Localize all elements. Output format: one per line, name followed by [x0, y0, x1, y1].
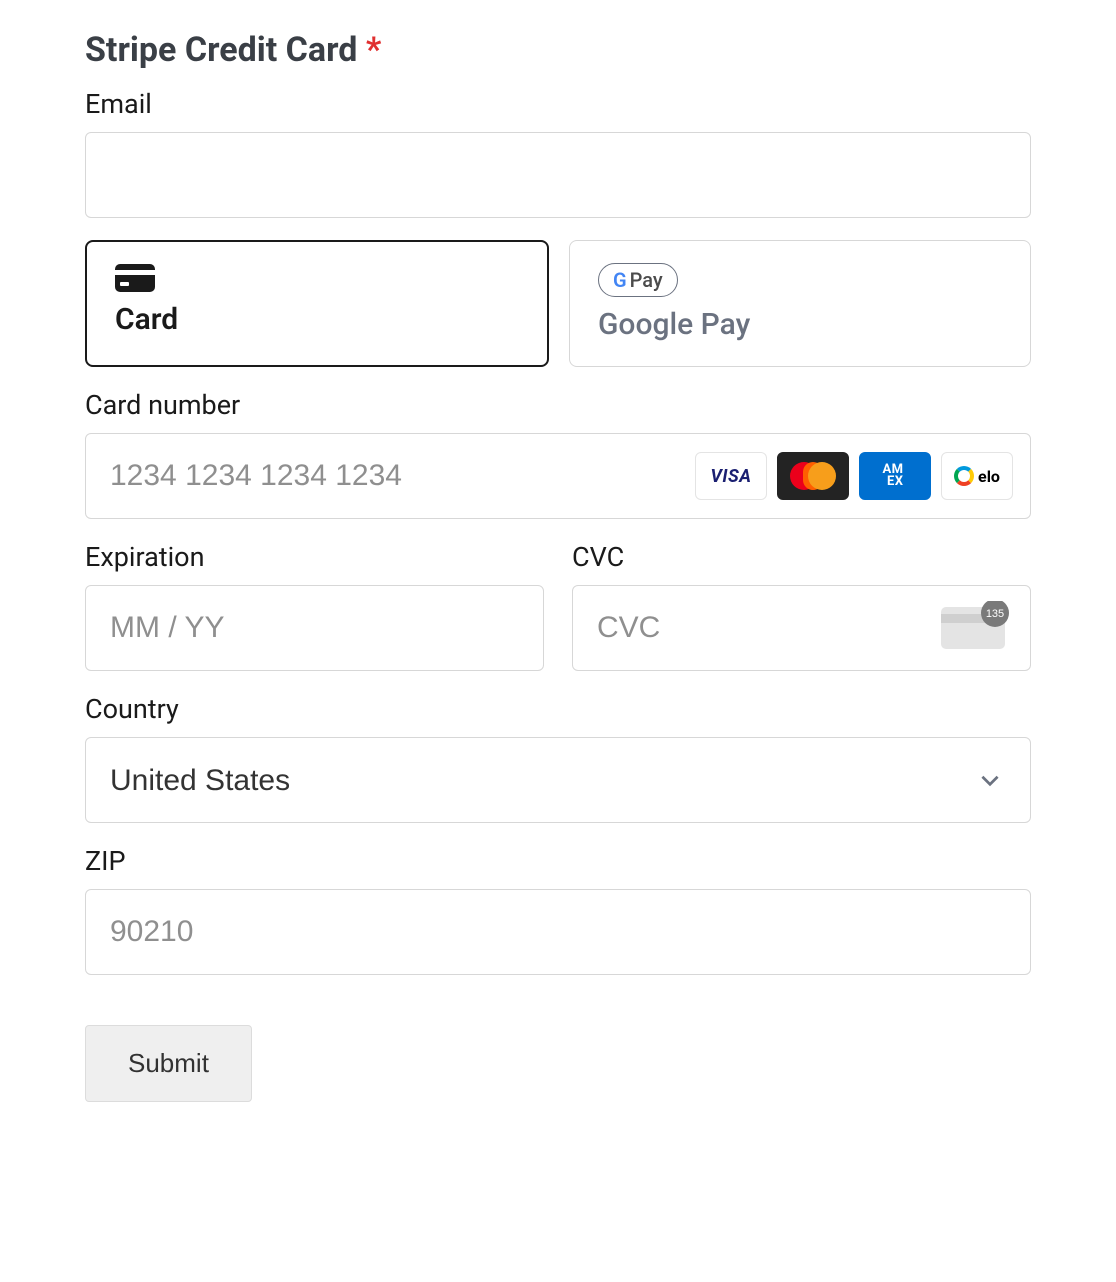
elo-icon: elo — [941, 452, 1013, 500]
gpay-icon: GPay — [598, 263, 678, 297]
title-text: Stripe Credit Card — [85, 30, 357, 70]
amex-icon: AM EX — [859, 452, 931, 500]
email-label: Email — [85, 88, 1031, 120]
email-field[interactable] — [85, 132, 1031, 218]
zip-field[interactable] — [85, 889, 1031, 975]
mastercard-icon — [777, 452, 849, 500]
payment-method-gpay[interactable]: GPay Google Pay — [569, 240, 1031, 367]
cvc-hint-icon: 135 — [941, 601, 1011, 655]
expiration-label: Expiration — [85, 541, 544, 573]
card-number-label: Card number — [85, 389, 1031, 421]
form-title: Stripe Credit Card * — [85, 30, 1031, 70]
country-select[interactable]: United States — [85, 737, 1031, 823]
payment-method-gpay-label: Google Pay — [598, 307, 1002, 342]
expiration-field[interactable] — [85, 585, 544, 671]
required-asterisk: * — [366, 30, 381, 70]
visa-icon: VISA — [695, 452, 767, 500]
card-brand-icons: VISA AM EX elo — [695, 452, 1013, 500]
svg-text:135: 135 — [986, 608, 1004, 620]
payment-method-card[interactable]: Card — [85, 240, 549, 367]
card-icon — [115, 264, 519, 292]
zip-label: ZIP — [85, 845, 1031, 877]
country-label: Country — [85, 693, 1031, 725]
cvc-label: CVC — [572, 541, 1031, 573]
submit-button[interactable]: Submit — [85, 1025, 252, 1102]
payment-method-card-label: Card — [115, 302, 519, 337]
